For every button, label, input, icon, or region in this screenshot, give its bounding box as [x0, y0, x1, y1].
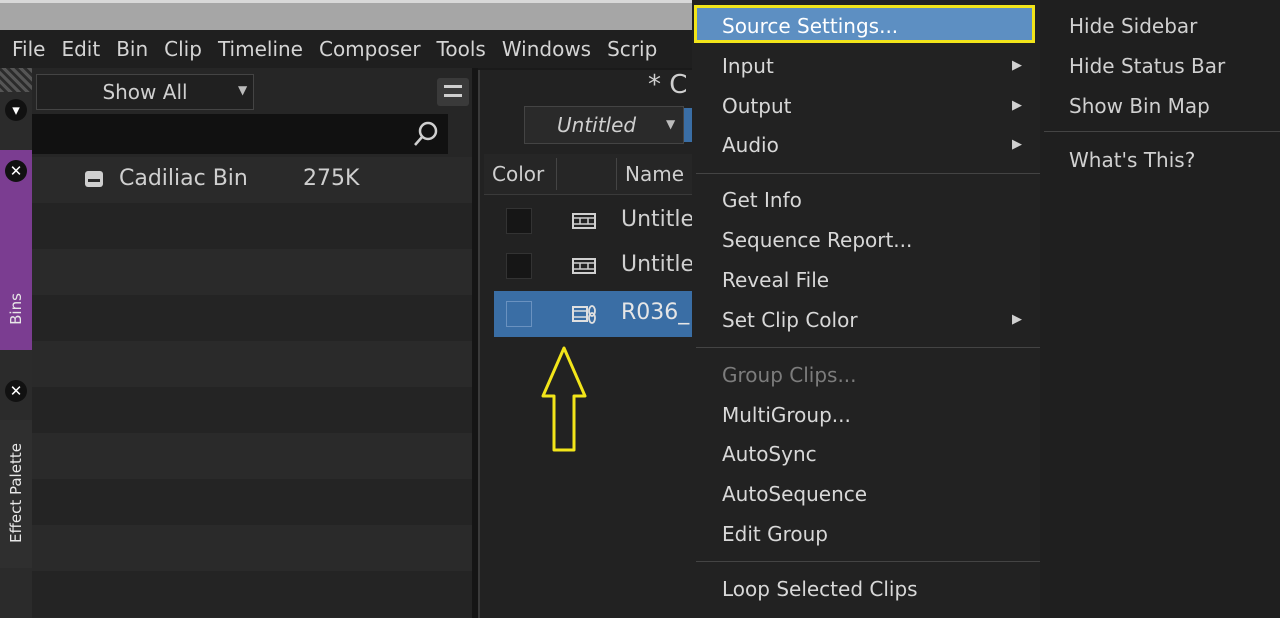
up-arrow-icon — [541, 346, 587, 452]
chevron-down-icon: ▼ — [666, 117, 676, 131]
chevron-down-icon: ▼ — [238, 83, 248, 97]
clip-name: Untitle — [621, 207, 695, 232]
bin-view-value: Untitled — [557, 113, 637, 137]
bin-name[interactable]: Cadiliac Bin — [119, 166, 248, 191]
window-title-strip — [0, 0, 692, 30]
linked-clip-icon — [572, 305, 596, 324]
bin-toolbar-button[interactable] — [684, 108, 692, 142]
menu-edit[interactable]: Edit — [61, 37, 100, 61]
close-effect-palette-icon[interactable]: ✕ — [5, 380, 27, 402]
bin-view-dropdown[interactable]: Untitled — [524, 106, 684, 144]
filter-value: Show All — [102, 80, 188, 104]
bin-icon — [85, 171, 103, 187]
menu-item-hide-status-bar[interactable]: Hide Status Bar — [1069, 54, 1225, 78]
tab-bins[interactable]: ✕ Bins — [0, 150, 32, 350]
menu-item-output[interactable]: Output — [722, 94, 791, 118]
table-row[interactable]: Untitle — [494, 201, 695, 241]
menu-tools[interactable]: Tools — [437, 37, 486, 61]
sequence-icon — [572, 213, 596, 229]
menu-separator — [696, 173, 1040, 174]
bin-window — [478, 70, 694, 618]
submenu-arrow-icon: ▶ — [1012, 312, 1022, 327]
menu-separator — [1044, 131, 1280, 132]
menu-item-multigroup[interactable]: MultiGroup... — [722, 403, 851, 427]
panel-menu-button[interactable] — [437, 78, 469, 106]
menu-item-hide-sidebar[interactable]: Hide Sidebar — [1069, 14, 1197, 38]
menu-script[interactable]: Scrip — [607, 37, 657, 61]
menu-item-audio[interactable]: Audio — [722, 133, 779, 157]
hamburger-icon — [444, 85, 462, 88]
table-row-selected[interactable]: R036_ — [494, 291, 692, 337]
table-row[interactable]: Untitle — [494, 246, 695, 286]
menu-file[interactable]: File — [12, 37, 45, 61]
menubar: File Edit Bin Clip Timeline Composer Too… — [0, 30, 692, 68]
clip-color-swatch[interactable] — [506, 208, 532, 234]
menu-item-source-settings[interactable]: Source Settings... — [722, 14, 898, 38]
list-row-empty — [32, 571, 472, 617]
menu-item-whats-this[interactable]: What's This? — [1069, 148, 1195, 172]
rail-grip[interactable] — [0, 68, 32, 92]
clip-name: Untitle — [621, 252, 695, 277]
list-row-empty — [32, 295, 472, 341]
effect-palette-tab-label: Effect Palette — [7, 443, 25, 543]
menu-item-show-bin-map[interactable]: Show Bin Map — [1069, 94, 1210, 118]
menu-timeline[interactable]: Timeline — [218, 37, 303, 61]
clip-color-swatch[interactable] — [506, 253, 532, 279]
bin-window-title: * C — [648, 70, 688, 100]
menu-item-edit-group[interactable]: Edit Group — [722, 522, 828, 546]
column-header-color[interactable]: Color — [492, 162, 544, 186]
submenu-arrow-icon: ▶ — [1012, 137, 1022, 152]
menu-item-loop-selected-clips[interactable]: Loop Selected Clips — [722, 577, 918, 601]
menu-clip[interactable]: Clip — [164, 37, 202, 61]
sequence-icon — [572, 258, 596, 274]
search-icon[interactable] — [412, 120, 440, 148]
menu-item-autosync[interactable]: AutoSync — [722, 442, 817, 466]
tab-effect-palette[interactable]: Effect Palette — [0, 420, 32, 568]
list-row-empty — [32, 203, 472, 249]
list-row-empty — [32, 433, 472, 479]
menu-item-group-clips: Group Clips... — [722, 363, 857, 387]
submenu-arrow-icon: ▶ — [1012, 58, 1022, 73]
menu-item-set-clip-color[interactable]: Set Clip Color — [722, 308, 858, 332]
search-input[interactable] — [32, 114, 448, 154]
list-row-empty — [32, 479, 472, 525]
menu-composer[interactable]: Composer — [319, 37, 421, 61]
side-menu — [1040, 0, 1280, 618]
filter-dropdown[interactable]: Show All — [36, 74, 254, 110]
column-header-name[interactable]: Name — [625, 162, 684, 186]
menu-separator — [696, 561, 1040, 562]
menu-item-autosequence[interactable]: AutoSequence — [722, 482, 867, 506]
list-row-empty — [32, 525, 472, 571]
column-separator[interactable] — [556, 158, 557, 190]
menu-item-get-info[interactable]: Get Info — [722, 188, 802, 212]
hamburger-icon-bar — [444, 94, 462, 97]
collapse-icon[interactable]: ▾ — [5, 99, 27, 121]
menu-windows[interactable]: Windows — [502, 37, 591, 61]
menu-item-sequence-report[interactable]: Sequence Report... — [722, 228, 912, 252]
submenu-arrow-icon: ▶ — [1012, 98, 1022, 113]
list-row-empty — [32, 249, 472, 295]
list-row-empty — [32, 341, 472, 387]
menu-item-input[interactable]: Input — [722, 54, 774, 78]
clip-name: R036_ — [621, 300, 690, 325]
bins-tab-label: Bins — [7, 293, 25, 325]
bin-size: 275K — [303, 166, 360, 191]
menu-separator — [696, 347, 1040, 348]
menu-item-reveal-file[interactable]: Reveal File — [722, 268, 829, 292]
close-bins-tab-icon[interactable]: ✕ — [5, 160, 27, 182]
clip-color-swatch[interactable] — [506, 301, 532, 327]
column-separator[interactable] — [616, 158, 617, 190]
list-row-empty — [32, 387, 472, 433]
menu-bin[interactable]: Bin — [116, 37, 148, 61]
